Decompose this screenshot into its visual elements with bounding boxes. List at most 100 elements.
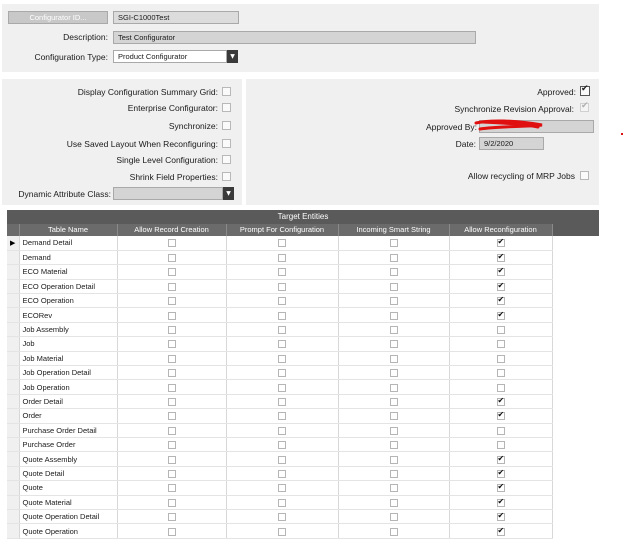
incoming-smart-string-checkbox[interactable] (389, 484, 398, 493)
allow-record-creation-checkbox[interactable] (167, 369, 176, 378)
table-row[interactable]: Purchase Order Detail (7, 423, 599, 438)
prompt-for-configuration-checkbox[interactable] (278, 354, 286, 363)
allow-reconfiguration-checkbox[interactable] (496, 396, 505, 406)
incoming-smart-string-checkbox[interactable] (389, 412, 398, 421)
allow-reconfiguration-checkbox[interactable] (496, 310, 505, 320)
allow-record-creation-checkbox[interactable] (167, 455, 176, 464)
prompt-for-configuration-checkbox[interactable] (278, 484, 286, 493)
allow-record-creation-checkbox[interactable] (167, 469, 176, 478)
table-row[interactable]: Job Operation Detail (7, 365, 599, 381)
allow-reconfiguration-checkbox[interactable] (496, 252, 505, 263)
allow-reconfiguration-checkbox[interactable] (496, 426, 505, 435)
shrink-field-checkbox[interactable] (222, 172, 231, 181)
row-selector[interactable] (7, 365, 20, 381)
incoming-smart-string-checkbox[interactable] (389, 282, 398, 291)
column-header-table-name[interactable]: Table Name (19, 224, 118, 236)
allow-reconfiguration-checkbox[interactable] (496, 266, 505, 277)
table-row[interactable]: Job Material (7, 351, 599, 367)
use-saved-layout-checkbox[interactable] (222, 139, 231, 148)
chevron-down-icon[interactable]: ▼ (223, 187, 234, 200)
allow-record-creation-checkbox[interactable] (167, 484, 176, 493)
prompt-for-configuration-checkbox[interactable] (278, 441, 286, 450)
prompt-for-configuration-checkbox[interactable] (278, 383, 286, 392)
incoming-smart-string-checkbox[interactable] (389, 268, 398, 277)
table-name-cell[interactable]: Order (19, 408, 118, 424)
prompt-for-configuration-checkbox[interactable] (278, 426, 286, 435)
prompt-for-configuration-checkbox[interactable] (278, 254, 286, 263)
table-name-cell[interactable]: ECO Material (19, 264, 118, 280)
description-field[interactable]: Test Configurator (113, 31, 476, 44)
allow-record-creation-checkbox[interactable] (167, 239, 176, 248)
row-selector[interactable] (7, 351, 20, 367)
row-selector[interactable] (7, 523, 20, 539)
table-name-cell[interactable]: Quote Detail (19, 466, 118, 482)
allow-record-creation-checkbox[interactable] (167, 498, 176, 507)
table-row[interactable]: Order Detail (7, 394, 599, 410)
allow-record-creation-checkbox[interactable] (167, 513, 176, 522)
allow-record-creation-checkbox[interactable] (167, 383, 176, 392)
allow-reconfiguration-checkbox[interactable] (496, 237, 505, 248)
allow-record-creation-checkbox[interactable] (167, 340, 176, 349)
table-row[interactable]: Quote Operation Detail (7, 509, 599, 525)
incoming-smart-string-checkbox[interactable] (389, 441, 398, 450)
row-selector[interactable] (7, 322, 20, 338)
allow-reconfiguration-checkbox[interactable] (496, 354, 505, 363)
allow-reconfiguration-checkbox[interactable] (496, 482, 505, 493)
row-selector[interactable] (7, 451, 20, 467)
allow-reconfiguration-checkbox[interactable] (496, 468, 505, 478)
allow-reconfiguration-checkbox[interactable] (496, 340, 505, 349)
incoming-smart-string-checkbox[interactable] (389, 254, 398, 263)
allow-record-creation-checkbox[interactable] (167, 254, 176, 263)
table-row[interactable]: Job Operation (7, 379, 599, 395)
column-header-incoming-smart-string[interactable]: Incoming Smart String (338, 224, 450, 236)
row-selector[interactable] (7, 307, 20, 323)
table-name-cell[interactable]: ECO Operation (19, 293, 118, 309)
column-header-prompt-for-configuration[interactable]: Prompt For Configuration (226, 224, 339, 236)
table-row[interactable]: ECO Material (7, 264, 599, 280)
allow-reconfiguration-checkbox[interactable] (496, 369, 505, 378)
prompt-for-configuration-checkbox[interactable] (278, 297, 286, 306)
table-name-cell[interactable]: Quote (19, 480, 118, 496)
table-name-cell[interactable]: ECO Operation Detail (19, 279, 118, 295)
row-selector[interactable] (7, 509, 20, 525)
prompt-for-configuration-checkbox[interactable] (278, 412, 286, 421)
allow-record-creation-checkbox[interactable] (167, 282, 176, 291)
row-selector[interactable] (7, 379, 20, 395)
column-header-allow-reconfiguration[interactable]: Allow Reconfiguration (449, 224, 553, 236)
column-header-allow-record-creation[interactable]: Allow Record Creation (117, 224, 227, 236)
allow-reconfiguration-checkbox[interactable] (496, 326, 505, 335)
allow-reconfiguration-checkbox[interactable] (496, 410, 505, 421)
row-selector[interactable] (7, 466, 20, 482)
allow-reconfiguration-checkbox[interactable] (496, 454, 505, 464)
row-selector[interactable]: ▶ (7, 236, 20, 251)
row-selector[interactable] (7, 264, 20, 280)
table-row[interactable]: ECORev (7, 307, 599, 323)
enterprise-configurator-checkbox[interactable] (222, 103, 231, 112)
incoming-smart-string-checkbox[interactable] (389, 369, 398, 378)
table-name-cell[interactable]: Job Assembly (19, 322, 118, 338)
incoming-smart-string-checkbox[interactable] (389, 527, 398, 536)
allow-reconfiguration-checkbox[interactable] (496, 497, 505, 507)
table-row[interactable]: ECO Operation Detail (7, 279, 599, 295)
synchronize-checkbox[interactable] (222, 121, 231, 130)
prompt-for-configuration-checkbox[interactable] (278, 498, 286, 507)
incoming-smart-string-checkbox[interactable] (389, 239, 398, 248)
configurator-id-button[interactable]: Configurator ID... (8, 11, 108, 24)
table-row[interactable]: Quote (7, 480, 599, 496)
table-row[interactable]: Order (7, 408, 599, 424)
table-name-cell[interactable]: Purchase Order Detail (19, 423, 118, 438)
table-name-cell[interactable]: ECORev (19, 307, 118, 323)
approved-checkbox[interactable] (580, 84, 590, 96)
prompt-for-configuration-checkbox[interactable] (278, 239, 286, 248)
chevron-down-icon[interactable]: ▼ (227, 50, 238, 63)
incoming-smart-string-checkbox[interactable] (389, 398, 398, 406)
display-summary-grid-checkbox[interactable] (222, 87, 231, 96)
prompt-for-configuration-checkbox[interactable] (278, 340, 286, 349)
configurator-id-field[interactable]: SGI-C1000Test (113, 11, 239, 24)
row-selector[interactable] (7, 437, 20, 453)
table-name-cell[interactable]: Demand (19, 250, 118, 266)
allow-reconfiguration-checkbox[interactable] (496, 441, 505, 450)
table-name-cell[interactable]: Quote Material (19, 495, 118, 510)
table-row[interactable]: Quote Detail (7, 466, 599, 482)
table-name-cell[interactable]: Job Material (19, 351, 118, 367)
